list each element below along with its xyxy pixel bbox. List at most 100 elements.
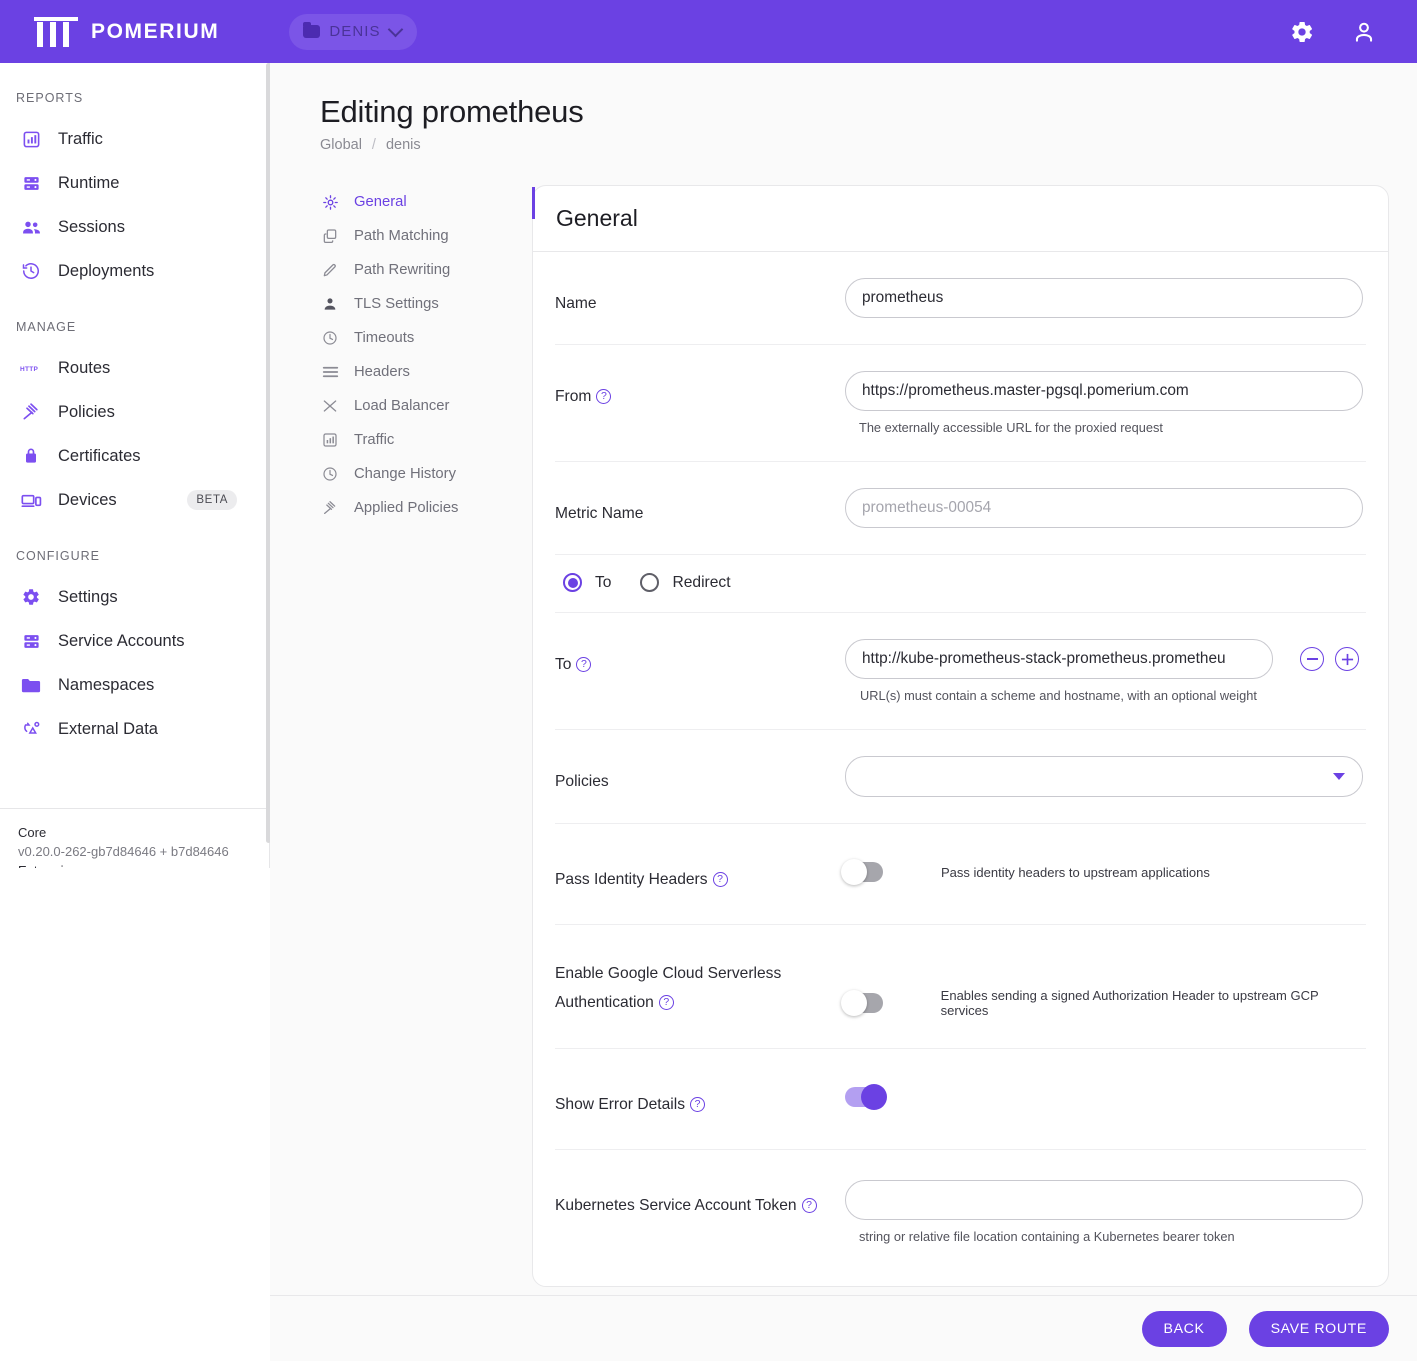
gcp-serverless-auth-toggle[interactable]	[845, 993, 883, 1013]
copy-icon	[320, 226, 340, 246]
tab-load-balancer[interactable]: Load Balancer	[314, 389, 489, 423]
help-icon[interactable]: ?	[596, 389, 611, 404]
show-error-details-label-text: Show Error Details	[555, 1096, 685, 1113]
metric-name-input[interactable]	[845, 488, 1363, 528]
show-error-details-toggle[interactable]	[845, 1087, 883, 1107]
to-hint: URL(s) must contain a scheme and hostnam…	[860, 688, 1366, 703]
tab-label: Headers	[354, 364, 410, 380]
bar-chart-icon	[320, 430, 340, 450]
breadcrumb-separator: /	[372, 137, 376, 153]
sidebar-item-external-data[interactable]: External Data	[0, 707, 269, 751]
sidebar-item-traffic[interactable]: Traffic	[0, 117, 269, 161]
help-icon[interactable]: ?	[690, 1097, 705, 1112]
tab-applied-policies[interactable]: Applied Policies	[314, 491, 489, 525]
svg-text:HTTP: HTTP	[20, 366, 38, 373]
service-account-icon	[20, 630, 42, 652]
sidebar-item-label: Namespaces	[58, 676, 154, 695]
general-settings-card: General Name From? The external	[532, 185, 1389, 1287]
tab-general[interactable]: General	[314, 185, 489, 219]
tab-label: Timeouts	[354, 330, 414, 346]
user-icon[interactable]	[1351, 19, 1377, 45]
show-error-details-label: Show Error Details?	[555, 1079, 845, 1119]
sidebar-item-sessions[interactable]: Sessions	[0, 205, 269, 249]
tab-path-matching[interactable]: Path Matching	[314, 219, 489, 253]
name-input[interactable]	[845, 278, 1363, 318]
sidebar-item-policies[interactable]: Policies	[0, 390, 269, 434]
person-icon	[320, 294, 340, 314]
tab-timeouts[interactable]: Timeouts	[314, 321, 489, 355]
gear-icon[interactable]	[1289, 19, 1315, 45]
shuffle-icon	[320, 396, 340, 416]
pomerium-logo-icon	[34, 17, 78, 47]
namespace-selector[interactable]: DENIS	[289, 14, 416, 50]
field-row-name: Name	[555, 252, 1366, 345]
policies-label: Policies	[555, 756, 845, 796]
sidebar-item-devices[interactable]: Devices BETA	[0, 478, 269, 522]
sidebar-item-label: Settings	[58, 588, 118, 607]
to-input[interactable]	[845, 639, 1273, 679]
gear-icon	[320, 192, 340, 212]
card-title: General	[533, 186, 1388, 252]
pass-identity-headers-toggle[interactable]	[845, 862, 883, 882]
help-icon[interactable]: ?	[659, 995, 674, 1010]
k8s-token-input[interactable]	[845, 1180, 1363, 1220]
sidebar-item-service-accounts[interactable]: Service Accounts	[0, 619, 269, 663]
sidebar-item-label: Certificates	[58, 447, 141, 466]
from-label: From?	[555, 371, 845, 411]
from-hint: The externally accessible URL for the pr…	[859, 420, 1366, 435]
brand: POMERIUM	[34, 17, 219, 47]
breadcrumb-current[interactable]: denis	[386, 137, 421, 153]
form-action-bar: BACK SAVE ROUTE	[270, 1295, 1417, 1361]
sidebar-section-manage: MANAGE	[0, 320, 269, 334]
tab-label: Applied Policies	[354, 500, 458, 516]
tab-change-history[interactable]: Change History	[314, 457, 489, 491]
sidebar-item-label: External Data	[58, 720, 158, 739]
tab-headers[interactable]: Headers	[314, 355, 489, 389]
radio-to[interactable]	[563, 573, 582, 592]
sidebar-section-configure: CONFIGURE	[0, 549, 269, 563]
field-row-metric-name: Metric Name	[555, 462, 1366, 555]
sidebar-item-namespaces[interactable]: Namespaces	[0, 663, 269, 707]
tab-tls-settings[interactable]: TLS Settings	[314, 287, 489, 321]
field-row-to: To? URL(s) must contain a	[555, 613, 1366, 730]
help-icon[interactable]: ?	[576, 657, 591, 672]
sidebar-item-routes[interactable]: HTTP Routes	[0, 346, 269, 390]
back-button[interactable]: BACK	[1142, 1311, 1227, 1347]
device-icon	[20, 489, 42, 511]
tab-label: General	[354, 194, 407, 210]
save-route-button[interactable]: SAVE ROUTE	[1249, 1311, 1389, 1347]
server-icon	[20, 172, 42, 194]
help-icon[interactable]: ?	[713, 872, 728, 887]
pass-identity-headers-label: Pass Identity Headers?	[555, 854, 845, 894]
to-label-text: To	[555, 656, 571, 673]
sidebar-item-certificates[interactable]: Certificates	[0, 434, 269, 478]
sidebar-item-deployments[interactable]: Deployments	[0, 249, 269, 293]
k8s-token-label-text: Kubernetes Service Account Token	[555, 1197, 797, 1214]
page-title: Editing prometheus	[320, 94, 1417, 130]
radio-redirect[interactable]	[640, 573, 659, 592]
sidebar-item-label: Devices	[58, 491, 117, 510]
core-version: v0.20.0-262-gb7d84646 + b7d84646	[18, 842, 269, 861]
sidebar: REPORTS Traffic Runtime	[0, 63, 270, 868]
policies-select[interactable]	[845, 756, 1363, 797]
enterprise-label: Enterprise	[18, 861, 269, 868]
tab-path-rewriting[interactable]: Path Rewriting	[314, 253, 489, 287]
to-label: To?	[555, 639, 845, 679]
sidebar-version-footer: Core v0.20.0-262-gb7d84646 + b7d84646 En…	[0, 808, 269, 868]
minus-circle-icon[interactable]	[1300, 647, 1324, 671]
radio-redirect-label: Redirect	[672, 574, 730, 592]
people-icon	[20, 216, 42, 238]
from-input[interactable]	[845, 371, 1363, 411]
metric-name-label: Metric Name	[555, 488, 845, 528]
sidebar-item-runtime[interactable]: Runtime	[0, 161, 269, 205]
sidebar-item-label: Deployments	[58, 262, 154, 281]
breadcrumb-root[interactable]: Global	[320, 137, 362, 153]
sidebar-item-settings[interactable]: Settings	[0, 575, 269, 619]
name-label: Name	[555, 278, 845, 318]
tab-label: Traffic	[354, 432, 394, 448]
tab-traffic[interactable]: Traffic	[314, 423, 489, 457]
history-clock-icon	[20, 260, 42, 282]
plus-circle-icon[interactable]	[1335, 647, 1359, 671]
help-icon[interactable]: ?	[802, 1198, 817, 1213]
list-lines-icon	[320, 362, 340, 382]
